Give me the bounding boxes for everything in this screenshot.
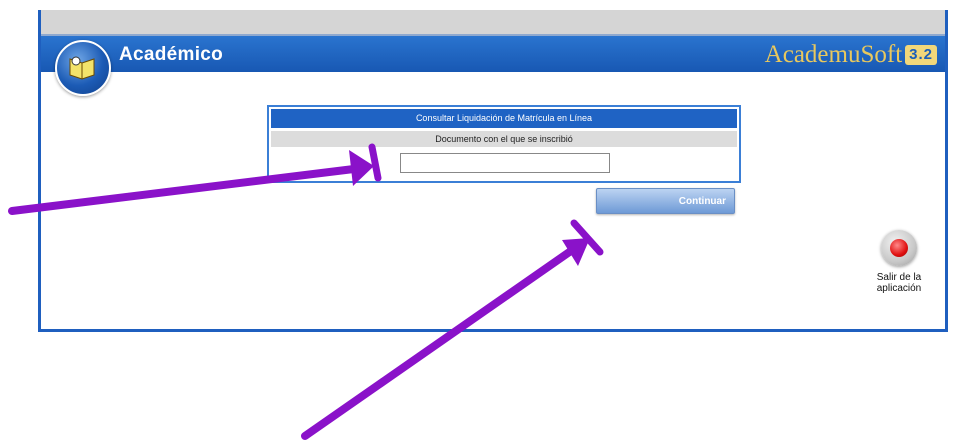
brand-name: AcademuSoft (764, 41, 903, 68)
module-badge (55, 40, 111, 96)
brand-version: 3.2 (905, 45, 937, 65)
book-icon (69, 56, 95, 80)
document-label: Documento con el que se inscribió (271, 131, 737, 147)
app-frame: Académico AcademuSoft 3.2 Consultar Liqu… (38, 10, 948, 332)
top-strip (41, 10, 945, 36)
brand-logo: AcademuSoft 3.2 (765, 41, 937, 69)
liquidation-form: Consultar Liquidación de Matrícula en Lí… (267, 105, 741, 183)
module-title: Académico (119, 44, 224, 65)
form-title: Consultar Liquidación de Matrícula en Lí… (271, 109, 737, 128)
document-input[interactable] (400, 153, 610, 173)
exit-label-line2: aplicación (876, 283, 922, 294)
exit-label-line1: Salir de la (876, 272, 922, 283)
exit-label: Salir de la aplicación (859, 272, 939, 294)
continue-button[interactable]: Continuar (596, 188, 735, 214)
exit-icon[interactable] (881, 230, 917, 266)
exit-app-button[interactable]: Salir de la aplicación (859, 230, 939, 294)
